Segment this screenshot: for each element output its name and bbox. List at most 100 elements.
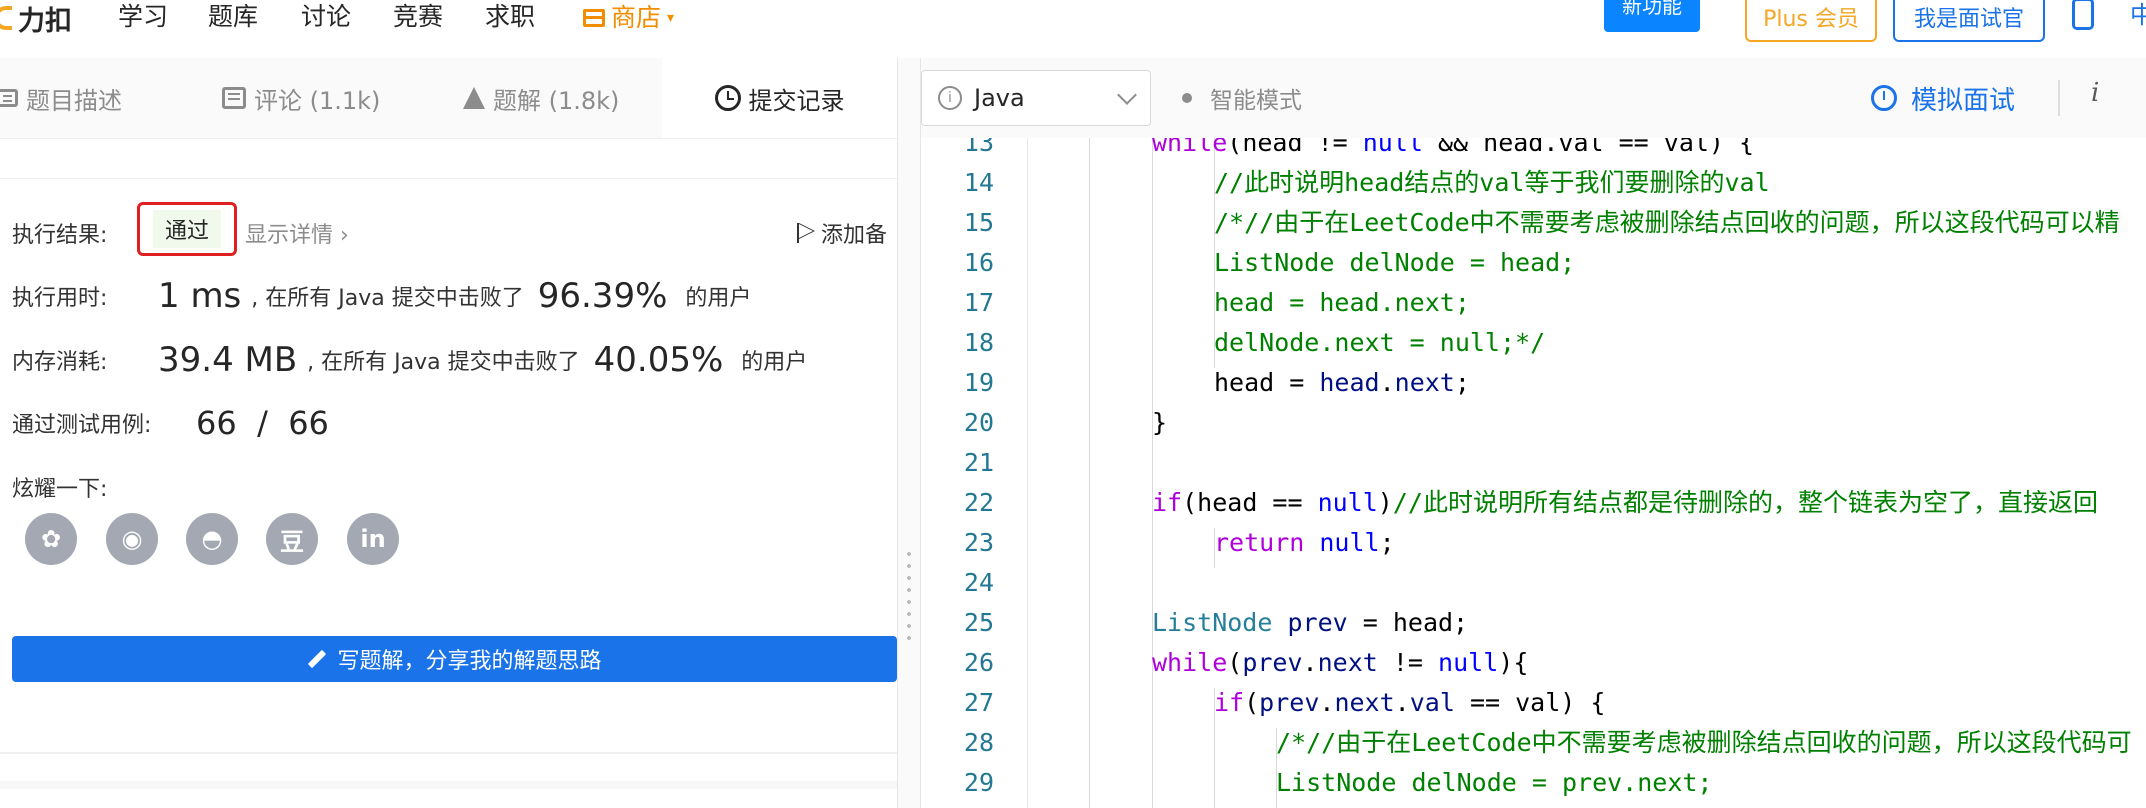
code-token: if	[1214, 688, 1245, 717]
nav-shop[interactable]: 商店 ▾	[583, 0, 674, 36]
nav-problemset[interactable]: 题库	[208, 0, 258, 36]
panel-splitter[interactable]	[897, 58, 921, 808]
douban-icon[interactable]: 豆	[266, 513, 318, 565]
runtime-text: , 在所有 Java 提交中击败了	[251, 286, 524, 311]
code-line[interactable]: 15 /*//由于在LeetCode中不需要考虑被删除结点回收的问题，所以这段代码…	[921, 203, 2146, 243]
code-line[interactable]: 27 if(prev.next.val == val) {	[921, 683, 2146, 723]
code-line[interactable]: 17 head = head.next;	[921, 283, 2146, 323]
drag-handle-icon[interactable]	[907, 548, 911, 648]
leetcode-logo[interactable]: 力扣	[0, 0, 72, 37]
nav-contest[interactable]: 竞赛	[393, 0, 443, 36]
code-token: ListNode delNode = head;	[1214, 248, 1576, 277]
testcases-value: 66 / 66	[196, 404, 329, 442]
code-text: delNode.next = null;*/	[1214, 323, 1545, 363]
code-line[interactable]: 28 /*//由于在LeetCode中不需要考虑被删除结点回收的问题，所以这段代码…	[921, 723, 2146, 763]
smart-mode-toggle[interactable]: 智能模式	[1182, 58, 1302, 138]
mobile-icon[interactable]	[2072, 0, 2094, 30]
code-editor[interactable]: 13 while(head != null && head.val == val)…	[921, 138, 2146, 808]
code-token: val	[1409, 688, 1455, 717]
logo-text: 力扣	[18, 5, 72, 37]
tab-solutions[interactable]: 题解 (1.8k)	[463, 58, 619, 138]
code-token: (head !=	[1227, 138, 1363, 157]
code-line[interactable]: 22 if(head == null)//此时说明所有结点都是待删除的，整个链表为…	[921, 483, 2146, 523]
code-line[interactable]: 24	[921, 563, 2146, 603]
tab-comments[interactable]: 评论 (1.1k)	[222, 58, 380, 138]
testcases-row: 通过测试用例: 66 / 66	[12, 404, 339, 442]
tab-description[interactable]: 题目描述	[0, 58, 122, 138]
code-line[interactable]: 25 ListNode prev = head;	[921, 603, 2146, 643]
tab-label: 题目描述	[26, 86, 122, 115]
qq-icon[interactable]: ◓	[186, 513, 238, 565]
result-label: 执行结果:	[12, 223, 108, 248]
language-select[interactable]: i Java	[921, 70, 1151, 126]
line-number: 18	[963, 328, 994, 357]
code-token: head =	[1214, 368, 1320, 397]
mock-interview-button[interactable]: 模拟面试	[1871, 58, 2015, 138]
code-token: }	[1152, 408, 1168, 437]
nav-discuss[interactable]: 讨论	[301, 0, 351, 36]
code-line[interactable]: 19 head = head.next;	[921, 363, 2146, 403]
line-number: 20	[963, 408, 994, 437]
code-text: while(head != null && head.val == val) {	[1152, 138, 1754, 163]
interviewer-button[interactable]: 我是面试官	[1893, 0, 2045, 42]
flask-icon	[463, 87, 485, 109]
line-number: 28	[963, 728, 994, 757]
divider	[0, 178, 897, 179]
caret-down-icon: ▾	[667, 10, 675, 26]
code-line[interactable]: 18 delNode.next = null;*/	[921, 323, 2146, 363]
tab-submissions[interactable]: 提交记录	[662, 58, 897, 138]
code-token: head	[1319, 368, 1380, 397]
code-token: null	[1438, 648, 1499, 677]
code-line[interactable]: 29 ListNode delNode = prev.next;	[921, 763, 2146, 803]
code-line[interactable]: 13 while(head != null && head.val == val)…	[921, 138, 2146, 163]
plus-member-button[interactable]: Plus 会员	[1745, 0, 1877, 42]
code-token: .	[1379, 368, 1395, 397]
problem-tabs: 题目描述 评论 (1.1k) 题解 (1.8k) 提交记录	[0, 58, 897, 139]
code-text: return null;	[1214, 523, 1395, 563]
share-label: 炫耀一下:	[12, 477, 108, 502]
code-line[interactable]: 26 while(prev.next != null){	[921, 643, 2146, 683]
code-line[interactable]: 20}	[921, 403, 2146, 443]
show-details-link[interactable]: 显示详情 ›	[245, 217, 349, 249]
code-line[interactable]: 21	[921, 443, 2146, 483]
weibo-icon[interactable]: ◉	[106, 513, 158, 565]
code-token: (	[1244, 688, 1260, 717]
memory-text: , 在所有 Java 提交中击败了	[307, 350, 580, 375]
new-feature-badge[interactable]: 新功能	[1604, 0, 1700, 32]
line-number: 24	[963, 568, 994, 597]
info-icon[interactable]: i	[2091, 78, 2099, 108]
line-number: 23	[963, 528, 994, 557]
testcases-label: 通过测试用例:	[12, 413, 152, 438]
nav-learn[interactable]: 学习	[118, 0, 168, 36]
code-text: /*//由于在LeetCode中不需要考虑被删除结点回收的问题，所以这段代码可以…	[1214, 203, 2120, 243]
code-token: .	[1319, 688, 1335, 717]
code-line[interactable]: 16 ListNode delNode = head;	[921, 243, 2146, 283]
code-text: head = head.next;	[1214, 283, 1470, 323]
code-token: ListNode delNode = prev.next;	[1276, 768, 1713, 797]
code-text: ListNode delNode = head;	[1214, 243, 1575, 283]
code-text: if(head == null)//此时说明所有结点都是待删除的，整个链表为空了…	[1152, 483, 2098, 523]
code-token: while	[1152, 648, 1228, 677]
top-nav: 力扣 学习 题库 讨论 竞赛 求职 商店 ▾ 新功能 Plus 会员 我是面试官…	[0, 0, 2146, 59]
line-number: 14	[963, 168, 994, 197]
line-number: 13	[963, 138, 994, 157]
linkedin-icon[interactable]: in	[347, 513, 399, 565]
alarm-clock-icon	[1871, 85, 1897, 111]
write-solution-button[interactable]: 写题解，分享我的解题思路	[12, 636, 897, 682]
code-token: !=	[1377, 648, 1439, 677]
code-line[interactable]: 14 //此时说明head结点的val等于我们要删除的val	[921, 163, 2146, 203]
code-text: head = head.next;	[1214, 363, 1470, 403]
code-token: next	[1394, 368, 1455, 397]
code-token: )	[1377, 488, 1393, 517]
code-token: prev	[1242, 648, 1303, 677]
divider	[0, 781, 897, 789]
doc-icon	[0, 89, 18, 107]
nav-overflow-text[interactable]: 中	[2130, 0, 2146, 30]
code-line[interactable]: 23 return null;	[921, 523, 2146, 563]
code-token: (	[1227, 648, 1243, 677]
nav-jobs[interactable]: 求职	[485, 0, 535, 36]
wechat-icon[interactable]: ✿	[25, 513, 77, 565]
clock-icon	[714, 85, 741, 111]
code-token: if	[1152, 488, 1183, 517]
add-note-button[interactable]: 添加备	[797, 217, 887, 249]
